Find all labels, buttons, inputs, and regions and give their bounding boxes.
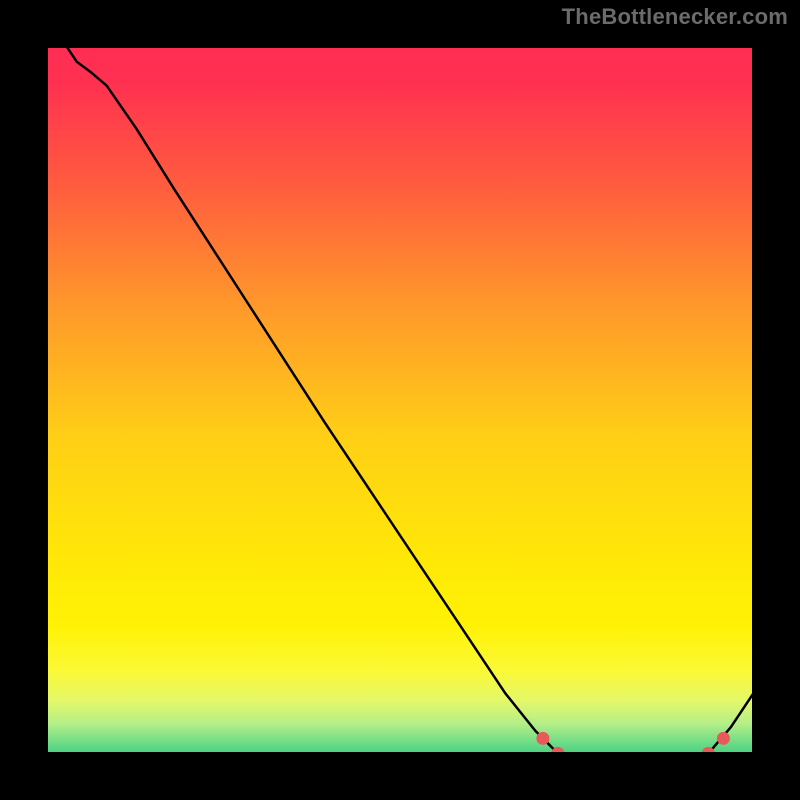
chart-svg bbox=[0, 0, 800, 800]
plot-background bbox=[24, 24, 776, 776]
curve-marker bbox=[536, 732, 549, 745]
curve-marker bbox=[717, 732, 730, 745]
chart-frame: { "watermark": "TheBottlenecker.com", "c… bbox=[0, 0, 800, 800]
watermark-label: TheBottlenecker.com bbox=[562, 4, 788, 30]
